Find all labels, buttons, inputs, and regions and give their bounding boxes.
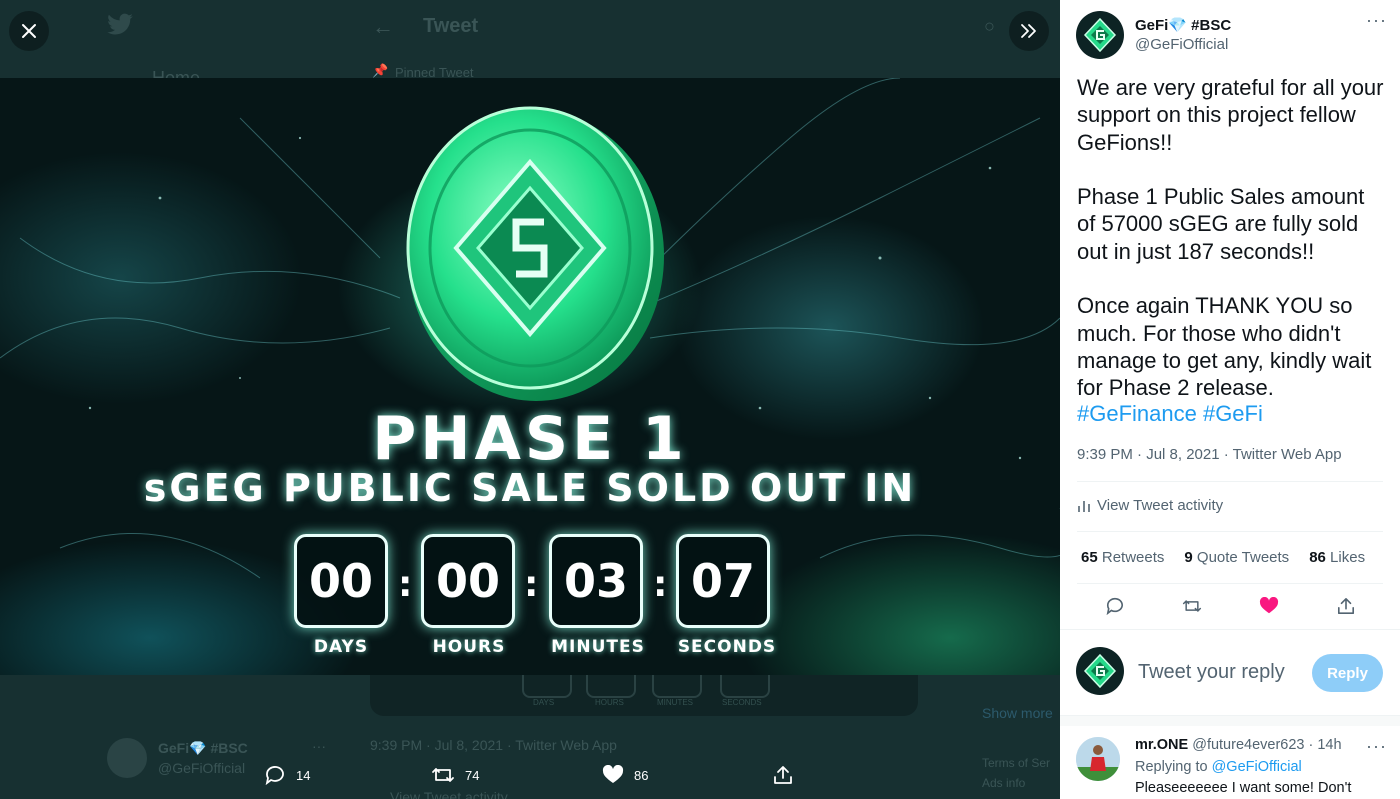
retweet-icon [1182,600,1202,612]
share-icon [1337,597,1355,615]
backdrop-more-icon: ··· [312,738,326,754]
like-action-button[interactable] [1259,596,1279,616]
divider [1077,531,1383,532]
expand-panel-button[interactable] [1009,11,1049,51]
media-retweet-count: 74 [465,767,480,783]
reply-author-name: mr.ONE [1135,737,1189,753]
reply-icon [1106,597,1123,615]
tweet-media-image: PHASE 1 sGEG PUBLIC SALE SOLD OUT IN 00 … [0,78,1060,675]
reply-text: Pleaseeeeeee I want some! Don't [1135,780,1352,796]
pin-icon: 📌 [372,63,389,78]
close-button[interactable] [9,11,49,51]
author-name[interactable]: GeFi💎 #BSC [1135,16,1231,34]
reply-author-avatar[interactable] [1076,737,1120,781]
countdown-separator: : [653,564,668,605]
gefi-logo-icon [1083,653,1117,689]
countdown-minutes-label: MINUTES [551,637,645,657]
twitter-logo-icon [106,12,134,44]
backdrop-view-activity: View Tweet activity [390,789,508,799]
media-reply-count: 14 [296,767,311,783]
retweet-icon [432,768,454,782]
reply-author-handle-time: @future4ever623 · 14h [1192,737,1342,753]
avatar-photo [1076,737,1120,781]
section-separator [1060,715,1400,726]
backdrop-show-more: Show more [982,705,1053,721]
media-like-count: 86 [634,767,649,783]
backdrop-terms: Terms of Ser [982,756,1051,770]
view-tweet-activity-link[interactable]: View Tweet activity [1077,497,1223,514]
countdown-days-label: DAYS [313,637,369,657]
engagement-stats: 65 Retweets 9 Quote Tweets 86 Likes [1081,549,1365,566]
countdown-separator: : [524,564,539,605]
tweet-timestamp[interactable]: 9:39 PM · Jul 8, 2021 · Twitter Web App [1077,446,1342,463]
reply-input[interactable]: Tweet your reply [1138,661,1285,684]
tweet-detail-panel: GeFi💎 #BSC @GeFiOfficial ··· We are very… [1060,0,1400,799]
view-tweet-activity-label: View Tweet activity [1097,497,1224,514]
phase-subtitle: sGEG PUBLIC SALE SOLD OUT IN [143,466,917,510]
countdown-seconds-box: 07 [676,534,770,628]
media-share-button[interactable] [773,765,793,785]
author-avatar[interactable] [1076,11,1124,59]
backdrop-header-title: Tweet [423,15,479,37]
replying-to-line: Replying to @GeFiOfficial [1135,759,1302,775]
countdown-minutes-box: 03 [549,534,643,628]
phase-title: PHASE 1 [372,404,688,474]
backdrop-countdown-label: MINUTES [657,698,693,707]
backdrop-countdown-label: SECONDS [722,698,762,707]
gefi-logo-icon [1083,17,1117,53]
tweet-text: We are very grateful for all your suppor… [1077,75,1384,401]
quote-tweets-stat[interactable]: 9 Quote Tweets [1184,549,1289,566]
backdrop-author-name: GeFi💎 #BSC [158,740,248,756]
own-avatar[interactable] [1076,647,1124,695]
backdrop-ads-info: Ads info [982,776,1026,790]
countdown-hours-box: 00 [421,534,515,628]
countdown-separator: : [398,564,413,605]
backdrop-countdown-label: HOURS [595,698,624,707]
reply-button[interactable]: Reply [1312,654,1383,692]
close-icon [22,24,36,38]
reply-more-options-icon[interactable]: ··· [1366,736,1387,757]
backdrop-author-handle: @GeFiOfficial [158,760,246,776]
heart-icon [602,765,624,783]
back-arrow-icon: ← [372,14,394,39]
backdrop-countdown-label: DAYS [533,698,555,707]
countdown-days-box: 00 [294,534,388,628]
reply-action-button[interactable] [1105,596,1125,616]
replying-to-handle[interactable]: @GeFiOfficial [1212,759,1302,775]
backdrop-timestamp: 9:39 PM · Jul 8, 2021 · Twitter Web App [370,737,617,753]
media-retweet-button[interactable]: 74 [431,765,479,785]
likes-stat[interactable]: 86 Likes [1309,549,1365,566]
replying-to-prefix: Replying to [1135,759,1208,775]
media-reply-button[interactable]: 14 [264,765,310,785]
countdown-hours-label: HOURS [432,637,506,657]
divider [1077,481,1383,482]
share-action-button[interactable] [1336,596,1356,616]
backdrop-search-icon: ○ [984,16,995,36]
reply-author-line[interactable]: mr.ONE @future4ever623 · 14h [1135,737,1342,753]
retweet-action-button[interactable] [1182,596,1202,616]
share-icon [774,766,792,784]
heart-filled-icon [1259,597,1279,614]
double-chevron-right-icon [1021,24,1036,38]
analytics-icon [1078,500,1090,512]
more-options-icon[interactable]: ··· [1366,10,1387,31]
backdrop-avatar [107,738,147,778]
divider [1060,629,1400,630]
retweets-stat[interactable]: 65 Retweets [1081,549,1164,566]
reply-icon [265,766,284,785]
countdown-seconds-label: SECONDS [677,637,777,657]
tweet-hashtags[interactable]: #GeFinance #GeFi [1077,401,1263,427]
media-like-button[interactable]: 86 [602,765,648,785]
divider [1077,583,1383,584]
author-handle[interactable]: @GeFiOfficial [1135,36,1228,53]
